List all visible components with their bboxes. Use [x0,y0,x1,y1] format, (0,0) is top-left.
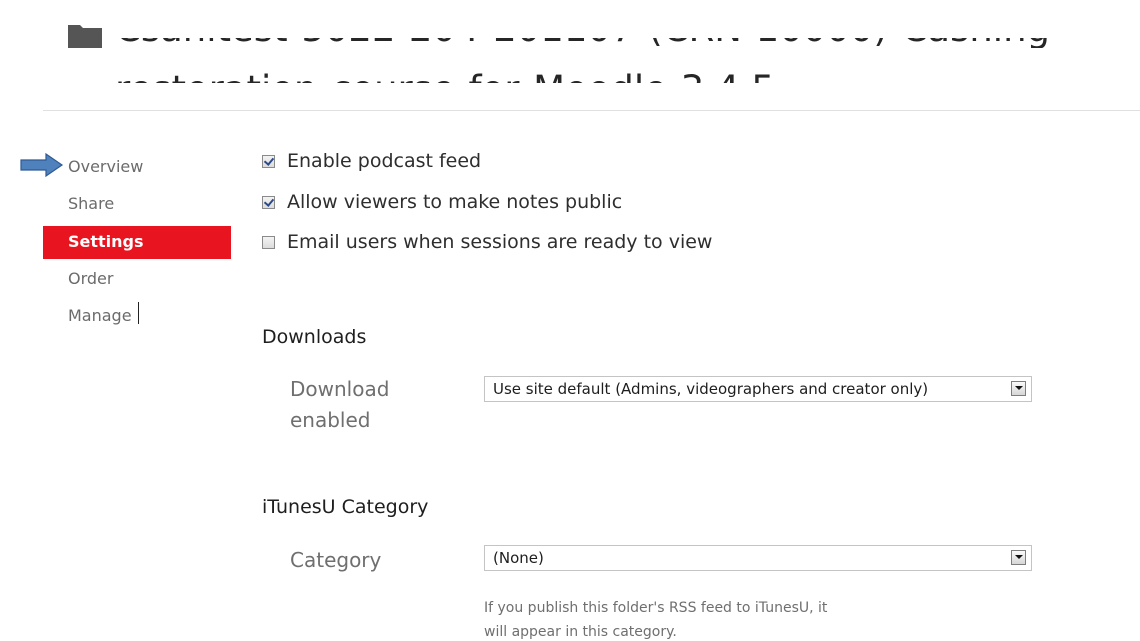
text-cursor [138,302,139,324]
nav-item-overview[interactable]: Overview [43,150,231,187]
title-clip-top [0,0,1140,38]
enable-podcast-feed-checkbox[interactable] [262,154,275,168]
downloads-heading: Downloads [262,326,367,348]
enable-podcast-feed-label: Enable podcast feed [287,150,482,172]
enable-podcast-feed-option[interactable]: Enable podcast feed [262,150,481,172]
download-enabled-select[interactable]: Use site default (Admins, videographers … [484,376,1032,402]
folder-settings-page: Csahitest 5022-204 201107 (CRN 10000) Ca… [0,0,1140,641]
nav-item-share[interactable]: Share [43,187,231,224]
nav-item-order[interactable]: Order [43,262,231,299]
itunesu-heading: iTunesU Category [262,496,429,518]
title-clip-mid [0,48,1140,57]
header-divider [43,110,1140,111]
folder-icon [68,25,102,48]
email-users-option[interactable]: Email users when sessions are ready to v… [262,231,712,253]
chevron-down-icon[interactable] [1011,381,1026,396]
nav-item-settings[interactable]: Settings [43,226,231,259]
category-value: (None) [493,549,544,567]
category-select[interactable]: (None) [484,545,1032,571]
folder-nav: Overview Share Settings Order Manage [43,150,231,336]
email-users-label: Email users when sessions are ready to v… [287,231,713,253]
title-clip-bottom [0,83,1140,108]
download-enabled-value: Use site default (Admins, videographers … [493,380,929,398]
email-users-checkbox[interactable] [262,235,275,249]
allow-public-notes-label: Allow viewers to make notes public [287,191,623,213]
chevron-down-icon[interactable] [1011,550,1026,565]
allow-public-notes-option[interactable]: Allow viewers to make notes public [262,191,622,213]
allow-public-notes-checkbox[interactable] [262,195,275,209]
download-enabled-label: Download enabled [290,377,390,432]
nav-item-manage[interactable]: Manage [43,299,231,336]
category-help-text: If you publish this folder's RSS feed to… [484,600,828,640]
category-label: Category [290,548,382,572]
